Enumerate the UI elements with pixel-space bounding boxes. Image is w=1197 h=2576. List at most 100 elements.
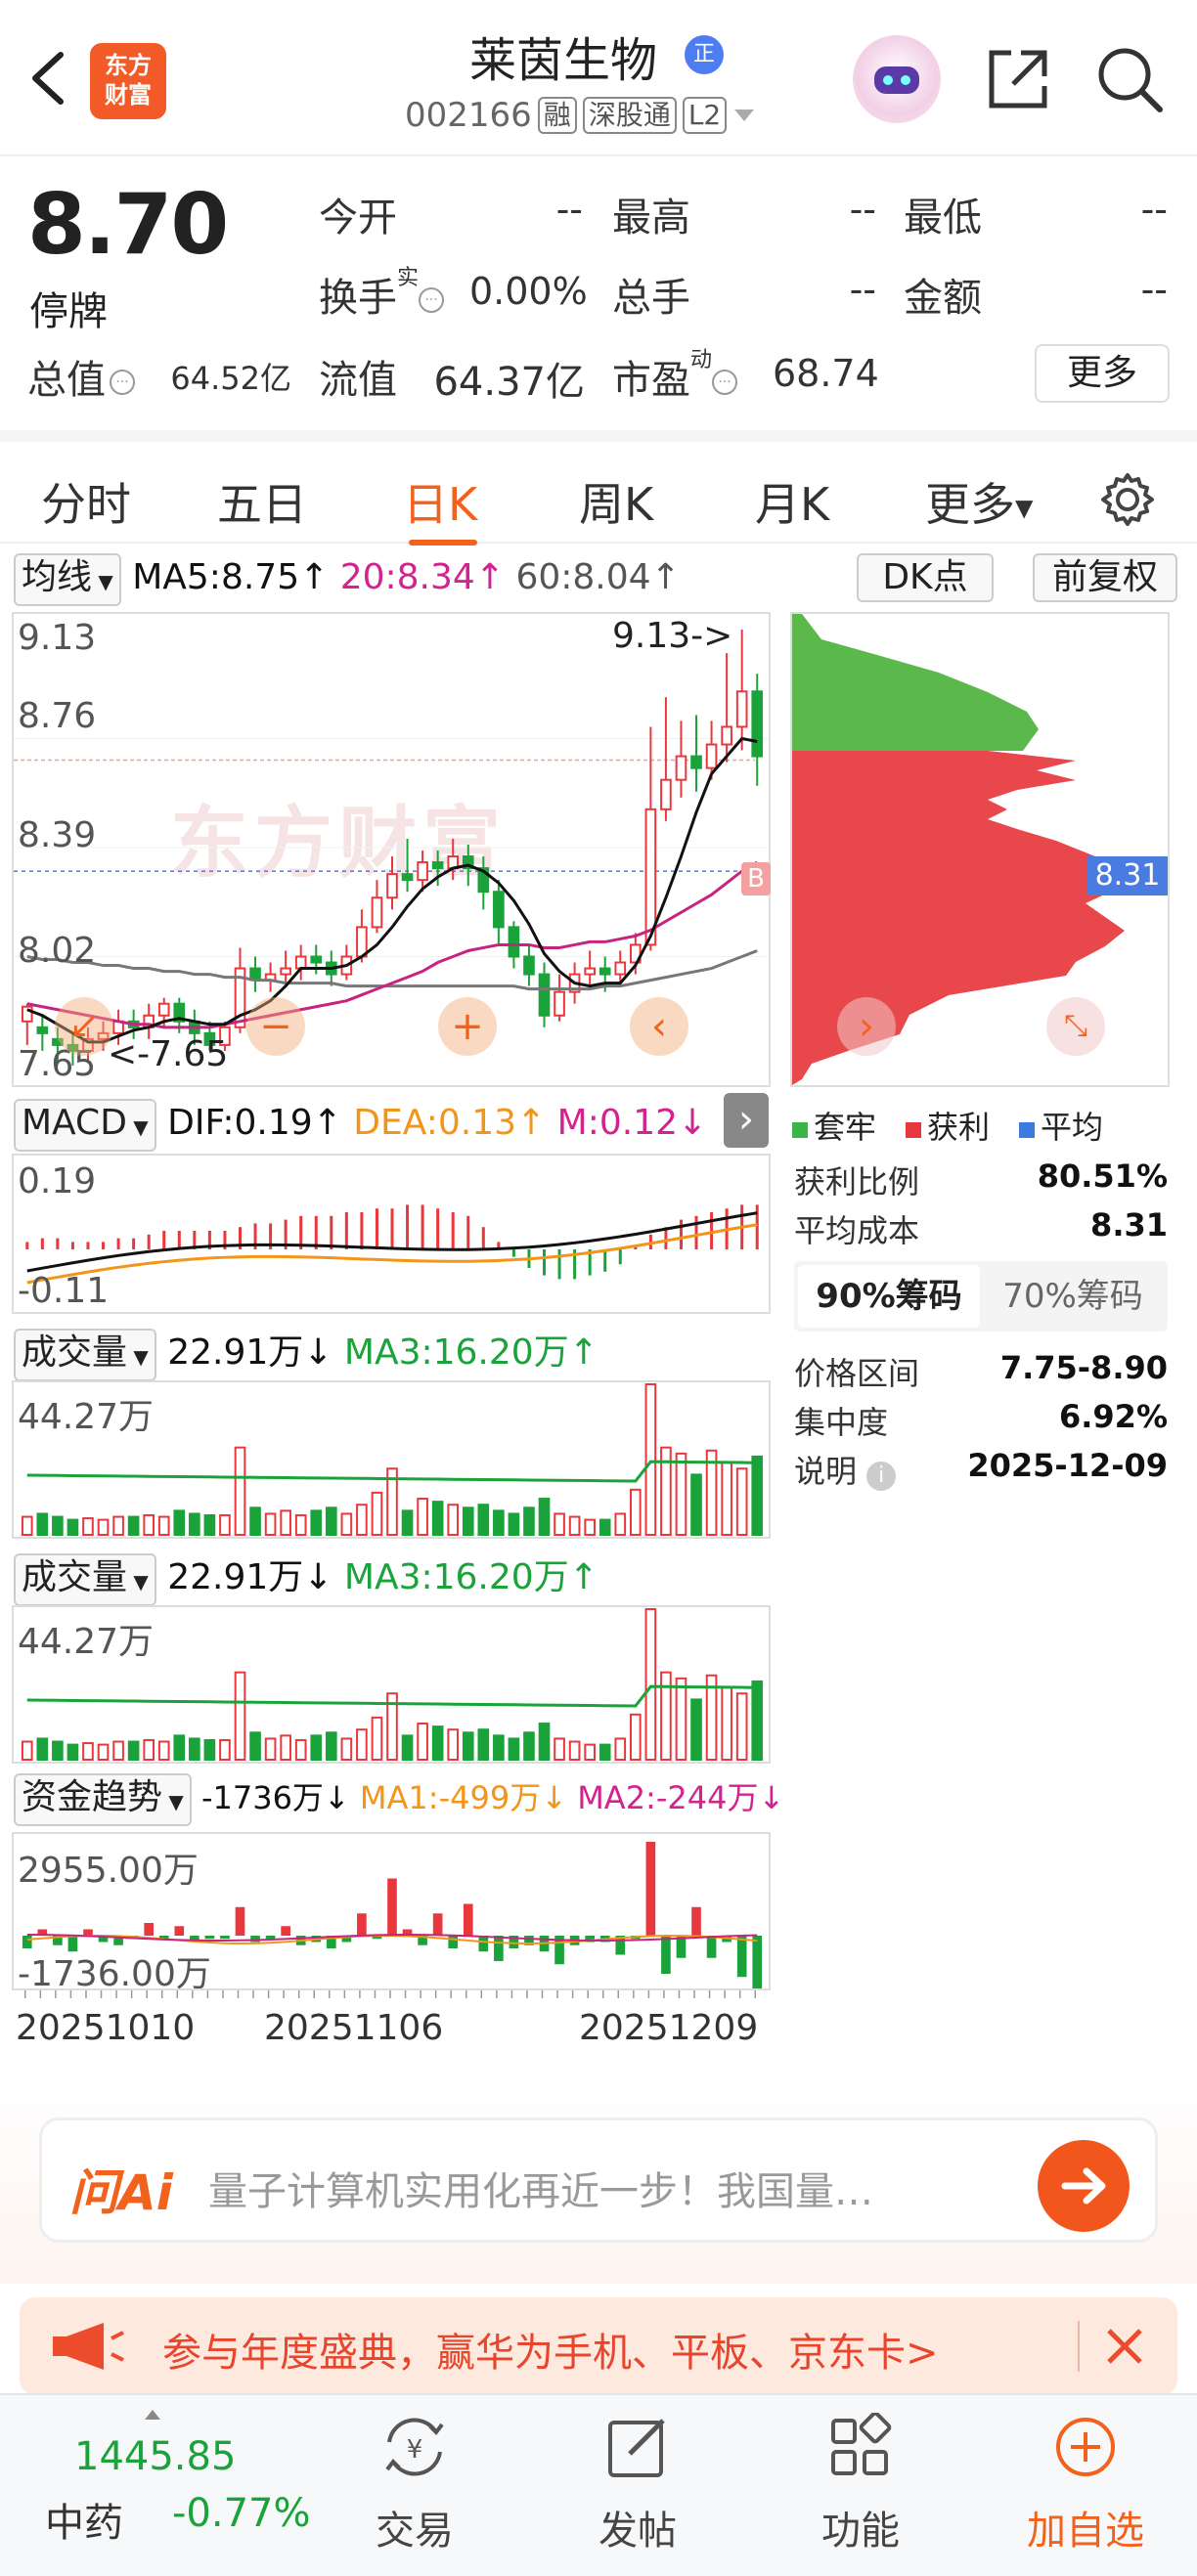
fund-bar <box>265 1936 276 1940</box>
tab-more[interactable]: 更多▼ <box>925 469 1033 534</box>
volume-select-2[interactable]: 成交量 ▼ <box>14 1553 156 1606</box>
volume-bar <box>340 1512 353 1537</box>
candle-body <box>721 725 732 746</box>
macd-indicator-bar: MACD ▼ DIF:0.19↑ DEA:0.13↑ M:0.12↓ <box>14 1099 707 1152</box>
volume-bar <box>431 1725 444 1762</box>
mktcap-label-text: 总值 <box>27 358 106 403</box>
zoom-minus-button[interactable]: − <box>246 997 305 1056</box>
ma60-value: 60:8.04↑ <box>515 557 681 597</box>
stock-code-row[interactable]: 002166 融 深股通 L2 <box>405 96 756 135</box>
concentration-label: 集中度 <box>794 1404 889 1441</box>
chip-expand-button[interactable]: ⤡ <box>1046 997 1105 1056</box>
volume-bar <box>568 1740 581 1762</box>
candle-body <box>401 873 414 882</box>
volume-bar <box>82 1742 94 1761</box>
nav-post[interactable]: 发帖 <box>569 2413 706 2555</box>
macd-select[interactable]: MACD ▼ <box>14 1099 156 1152</box>
buy-marker[interactable]: B <box>741 862 771 895</box>
nav-post-label: 发帖 <box>598 2509 677 2554</box>
promo-banner[interactable]: 参与年度盛典，赢华为手机、平板、京东卡> <box>20 2297 1177 2395</box>
volume-bar <box>417 1723 428 1761</box>
note-info-icon[interactable]: i <box>866 1462 897 1491</box>
volume-bar <box>173 1509 186 1536</box>
ai-go-button[interactable] <box>1038 2140 1130 2232</box>
index-name: 中药 <box>45 2501 123 2546</box>
kline-y-label-1: 9.13 <box>18 618 97 658</box>
chart-period-tabs: 分时 五日 日K 周K 月K 更多▼ <box>0 430 1197 546</box>
nav-function[interactable]: 功能 <box>792 2411 929 2555</box>
volume-bar <box>690 1473 702 1536</box>
volume-bar <box>523 1506 535 1536</box>
kline-y-label-4: 8.02 <box>18 931 97 971</box>
chip-distribution-panel[interactable]: 8.31 › ⤡ <box>790 612 1170 1087</box>
fund-bottom-label: -1736.00万 <box>18 1954 211 1994</box>
more-quote-button[interactable]: 更多 <box>1035 344 1170 403</box>
dk-point-button[interactable]: DK点 <box>857 553 994 602</box>
turnover-info-icon[interactable]: ··· <box>419 287 445 313</box>
ai-question-bar[interactable]: 问Ai 量子计算机实用化再近一步！我国量… <box>39 2118 1158 2243</box>
share-icon[interactable] <box>982 43 1054 115</box>
level2-tag: L2 <box>682 97 728 134</box>
volume-bar <box>294 1513 307 1536</box>
volume-bar <box>173 1734 186 1761</box>
kline-panel[interactable]: 东方财富 9.13 8.76 8.39 8.02 7.65 9.13-> <-7… <box>12 612 771 1087</box>
tab-chip-90[interactable]: 90%筹码 <box>798 1265 980 1328</box>
low-value: -- <box>1140 188 1168 231</box>
adjust-price-button[interactable]: 前复权 <box>1033 553 1177 602</box>
note-row: 说明 i 2025-12-09 <box>794 1447 1168 1492</box>
volume-bar <box>264 1737 277 1762</box>
pe-info-icon[interactable]: ··· <box>712 370 738 395</box>
fund-bar <box>174 1926 185 1936</box>
back-arrow-icon[interactable] <box>27 49 66 108</box>
volume-panel-2[interactable]: 44.27万 <box>12 1605 771 1764</box>
avg-cost-marker: 8.31 <box>1087 856 1168 895</box>
search-icon[interactable] <box>1093 43 1166 115</box>
volume-bar <box>417 1498 428 1536</box>
volume-bar <box>356 1728 368 1761</box>
ai-robot-avatar[interactable] <box>853 35 941 123</box>
ai-prompt-text[interactable]: 量子计算机实用化再近一步！我国量… <box>208 2160 873 2216</box>
fund-panel[interactable]: 2955.00万 -1736.00万 <box>12 1832 771 1994</box>
volume-bar <box>614 1737 627 1762</box>
tab-five-day[interactable]: 五日 <box>217 469 307 534</box>
close-icon[interactable] <box>1101 2323 1148 2370</box>
macd-panel[interactable]: 0.19 -0.11 <box>12 1154 771 1314</box>
kline-y-label-3: 8.39 <box>18 815 97 855</box>
ma-select[interactable]: 均线 ▼ <box>14 553 121 606</box>
fund-select[interactable]: 资金趋势 ▼ <box>14 1773 192 1826</box>
expand-side-panel-button[interactable]: › <box>724 1093 769 1148</box>
fund-bar <box>736 1936 747 1978</box>
mktcap-info-icon[interactable]: ··· <box>110 370 135 395</box>
volume-2-ma3: MA3:16.20万↑ <box>343 1557 598 1597</box>
chip-next-button[interactable]: › <box>837 997 896 1056</box>
tab-intraday[interactable]: 分时 <box>41 469 131 534</box>
volume-bar <box>97 1518 110 1537</box>
turnover-value: 0.00% <box>469 270 588 313</box>
volume-bar <box>157 1740 170 1762</box>
volume-bar <box>249 1506 261 1536</box>
tab-monthly-k[interactable]: 月K <box>755 469 829 534</box>
tab-chip-70[interactable]: 70%筹码 <box>982 1265 1164 1328</box>
low-annotation: <-7.65 <box>108 1034 229 1074</box>
fund-indicator-bar: 资金趋势 ▼ -1736万↓ MA1:-499万↓ MA2:-244万↓ <box>14 1773 784 1826</box>
zoom-out-button[interactable]: ↙ <box>55 997 113 1056</box>
promo-text[interactable]: 参与年度盛典，赢华为手机、平板、京东卡> <box>162 2321 939 2378</box>
volume-bar <box>462 1731 474 1761</box>
volume-select-1[interactable]: 成交量 ▼ <box>14 1329 156 1381</box>
app-logo[interactable]: 东方 财富 <box>90 43 166 119</box>
scroll-left-button[interactable]: ‹ <box>630 997 688 1056</box>
nav-add-watchlist[interactable]: 加自选 <box>1017 2413 1154 2555</box>
mktcap-value: 64.52亿 <box>170 360 291 397</box>
volume-panel-1[interactable]: 44.27万 <box>12 1380 771 1539</box>
zoom-plus-button[interactable]: + <box>438 997 497 1056</box>
tab-daily-k[interactable]: 日K <box>403 469 477 534</box>
nav-trade[interactable]: ¥ 交易 <box>346 2413 483 2555</box>
candle-body <box>584 967 596 976</box>
macd-dif-value: DIF:0.19↑ <box>167 1103 342 1143</box>
settings-gear-icon[interactable] <box>1099 471 1156 528</box>
volume-bar <box>614 1512 627 1537</box>
macd-select-label: MACD <box>22 1103 127 1143</box>
tab-weekly-k[interactable]: 周K <box>579 469 653 534</box>
dropdown-caret-icon <box>734 109 755 121</box>
fund-bar <box>83 1929 93 1936</box>
